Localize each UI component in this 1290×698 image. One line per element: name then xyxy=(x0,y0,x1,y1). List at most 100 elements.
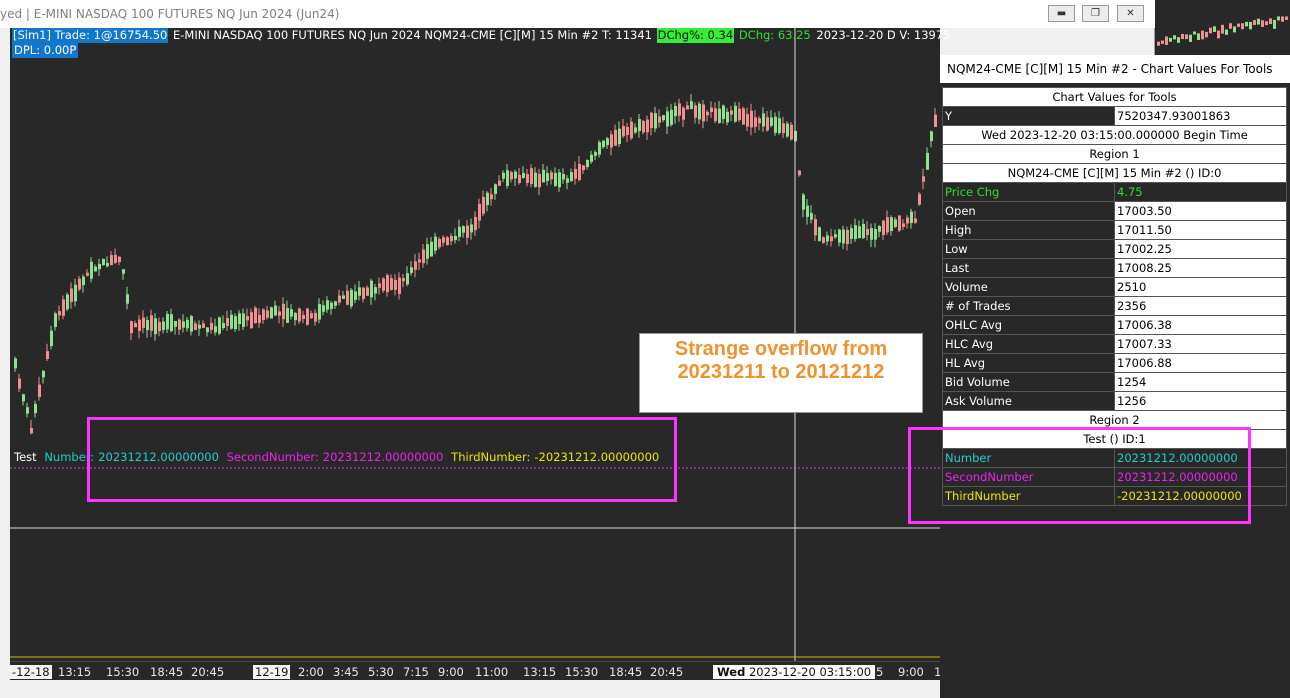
candle-body xyxy=(218,317,221,334)
candle-body xyxy=(170,314,173,332)
candle-body xyxy=(42,371,45,378)
candle-body xyxy=(350,289,353,307)
candle-body xyxy=(726,111,729,123)
row-label: High xyxy=(942,220,1115,240)
candle-body xyxy=(202,323,205,328)
candle-body xyxy=(546,173,549,181)
bg-candle-body xyxy=(1205,31,1208,38)
candle-body xyxy=(662,115,665,121)
panel-title[interactable]: NQM24-CME [C][M] 15 Min #2 - Chart Value… xyxy=(940,55,1290,83)
time-tick: 20:45 xyxy=(650,665,684,679)
time-tick: 20:45 xyxy=(191,665,225,679)
row-value: 17003.50 xyxy=(1114,201,1287,221)
candle-body xyxy=(374,287,377,294)
table-row: Region 1 xyxy=(942,144,1287,164)
candle-body xyxy=(498,180,501,186)
candle-body xyxy=(606,138,609,146)
candle-body xyxy=(438,239,441,248)
candle-body xyxy=(338,295,341,303)
candle-body xyxy=(774,116,777,133)
candle-body xyxy=(270,307,273,319)
row-value: 2510 xyxy=(1114,277,1287,297)
candle-body xyxy=(442,237,445,243)
time-tick: 15:30 xyxy=(565,665,599,679)
chart-values-panel: NQM24-CME [C][M] 15 Min #2 - Chart Value… xyxy=(940,55,1290,698)
minimize-button[interactable]: ▬ xyxy=(1048,5,1075,22)
candle-body xyxy=(386,275,389,293)
candle-body xyxy=(298,308,301,322)
close-button[interactable]: ✕ xyxy=(1117,5,1144,22)
candle-body xyxy=(802,194,805,210)
time-axis[interactable]: -12-18 13:15 15:30 18:45 20:45 12-19 2:0… xyxy=(10,661,940,680)
candle-body xyxy=(622,125,625,137)
candle-body xyxy=(682,107,685,120)
background-chart-window[interactable] xyxy=(1155,0,1290,55)
candle-body xyxy=(18,378,21,389)
candle-body xyxy=(782,123,785,134)
bg-candle-body xyxy=(1245,21,1248,27)
candle-body xyxy=(198,324,201,329)
candle-body xyxy=(930,131,933,142)
candle-body xyxy=(910,211,913,224)
table-row: Bid Volume 1254 xyxy=(942,372,1287,392)
bg-candle-body xyxy=(1225,29,1228,35)
candle-body xyxy=(454,235,457,241)
candle-body xyxy=(206,327,209,333)
candle-body xyxy=(162,321,165,330)
candle-body xyxy=(574,168,577,179)
time-tick: 18:45 xyxy=(609,665,643,679)
bg-candle-body xyxy=(1233,26,1236,33)
candle-body xyxy=(814,219,817,236)
candle-body xyxy=(494,184,497,194)
candle-body xyxy=(238,313,241,325)
candle-body xyxy=(154,318,157,335)
candle-body xyxy=(26,407,29,414)
candle-body xyxy=(466,225,469,238)
time-tick: 7:15 xyxy=(403,665,429,679)
candle-body xyxy=(618,128,621,145)
candle-body xyxy=(78,278,81,290)
bg-candle-body xyxy=(1197,33,1200,41)
row-label: Price Chg xyxy=(942,182,1115,202)
candle-body xyxy=(274,305,277,316)
bg-candle-body xyxy=(1237,23,1240,27)
row-label: # of Trades xyxy=(942,296,1115,316)
candle-body xyxy=(114,254,117,263)
row-value: 17006.88 xyxy=(1114,353,1287,373)
candle-body xyxy=(654,113,657,129)
candle-body xyxy=(326,300,329,310)
candle-body xyxy=(46,351,49,360)
candle-body xyxy=(750,110,753,128)
candle-body xyxy=(62,299,65,316)
candle-body xyxy=(302,315,305,319)
candle-body xyxy=(286,307,289,323)
candle-body xyxy=(822,237,825,243)
candle-body xyxy=(54,313,57,328)
table-row: HLC Avg 17007.33 xyxy=(942,334,1287,354)
candle-body xyxy=(418,259,421,263)
table-row: Price Chg 4.75 xyxy=(942,182,1287,202)
bg-candle-body xyxy=(1173,35,1176,40)
candle-body xyxy=(762,113,765,127)
bg-candle-body xyxy=(1229,23,1232,29)
candle-body xyxy=(158,321,161,332)
window-left-edge xyxy=(0,28,10,680)
row-label: Volume xyxy=(942,277,1115,297)
candle-body xyxy=(878,226,881,232)
candle-body xyxy=(178,319,181,330)
candle-body xyxy=(882,220,885,236)
window-titlebar[interactable]: yed | E-MINI NASDAQ 100 FUTURES NQ Jun 2… xyxy=(0,0,1155,28)
candle-body xyxy=(226,317,229,326)
candle-body xyxy=(86,272,89,276)
candle-body xyxy=(670,109,673,125)
bg-candle-body xyxy=(1169,37,1172,42)
candle-body xyxy=(842,229,845,244)
bg-candle-body xyxy=(1285,16,1288,20)
candle-body xyxy=(558,172,561,188)
candle-body xyxy=(894,219,897,227)
begin-time: Wed 2023-12-20 03:15:00.000000 Begin Tim… xyxy=(942,125,1287,145)
date-daily-volume: 2023-12-20 D V: 13975 xyxy=(816,28,951,42)
table-row: Chart Values for Tools xyxy=(942,87,1287,107)
restore-button[interactable]: ❐ xyxy=(1082,5,1109,22)
candle-body xyxy=(398,277,401,294)
